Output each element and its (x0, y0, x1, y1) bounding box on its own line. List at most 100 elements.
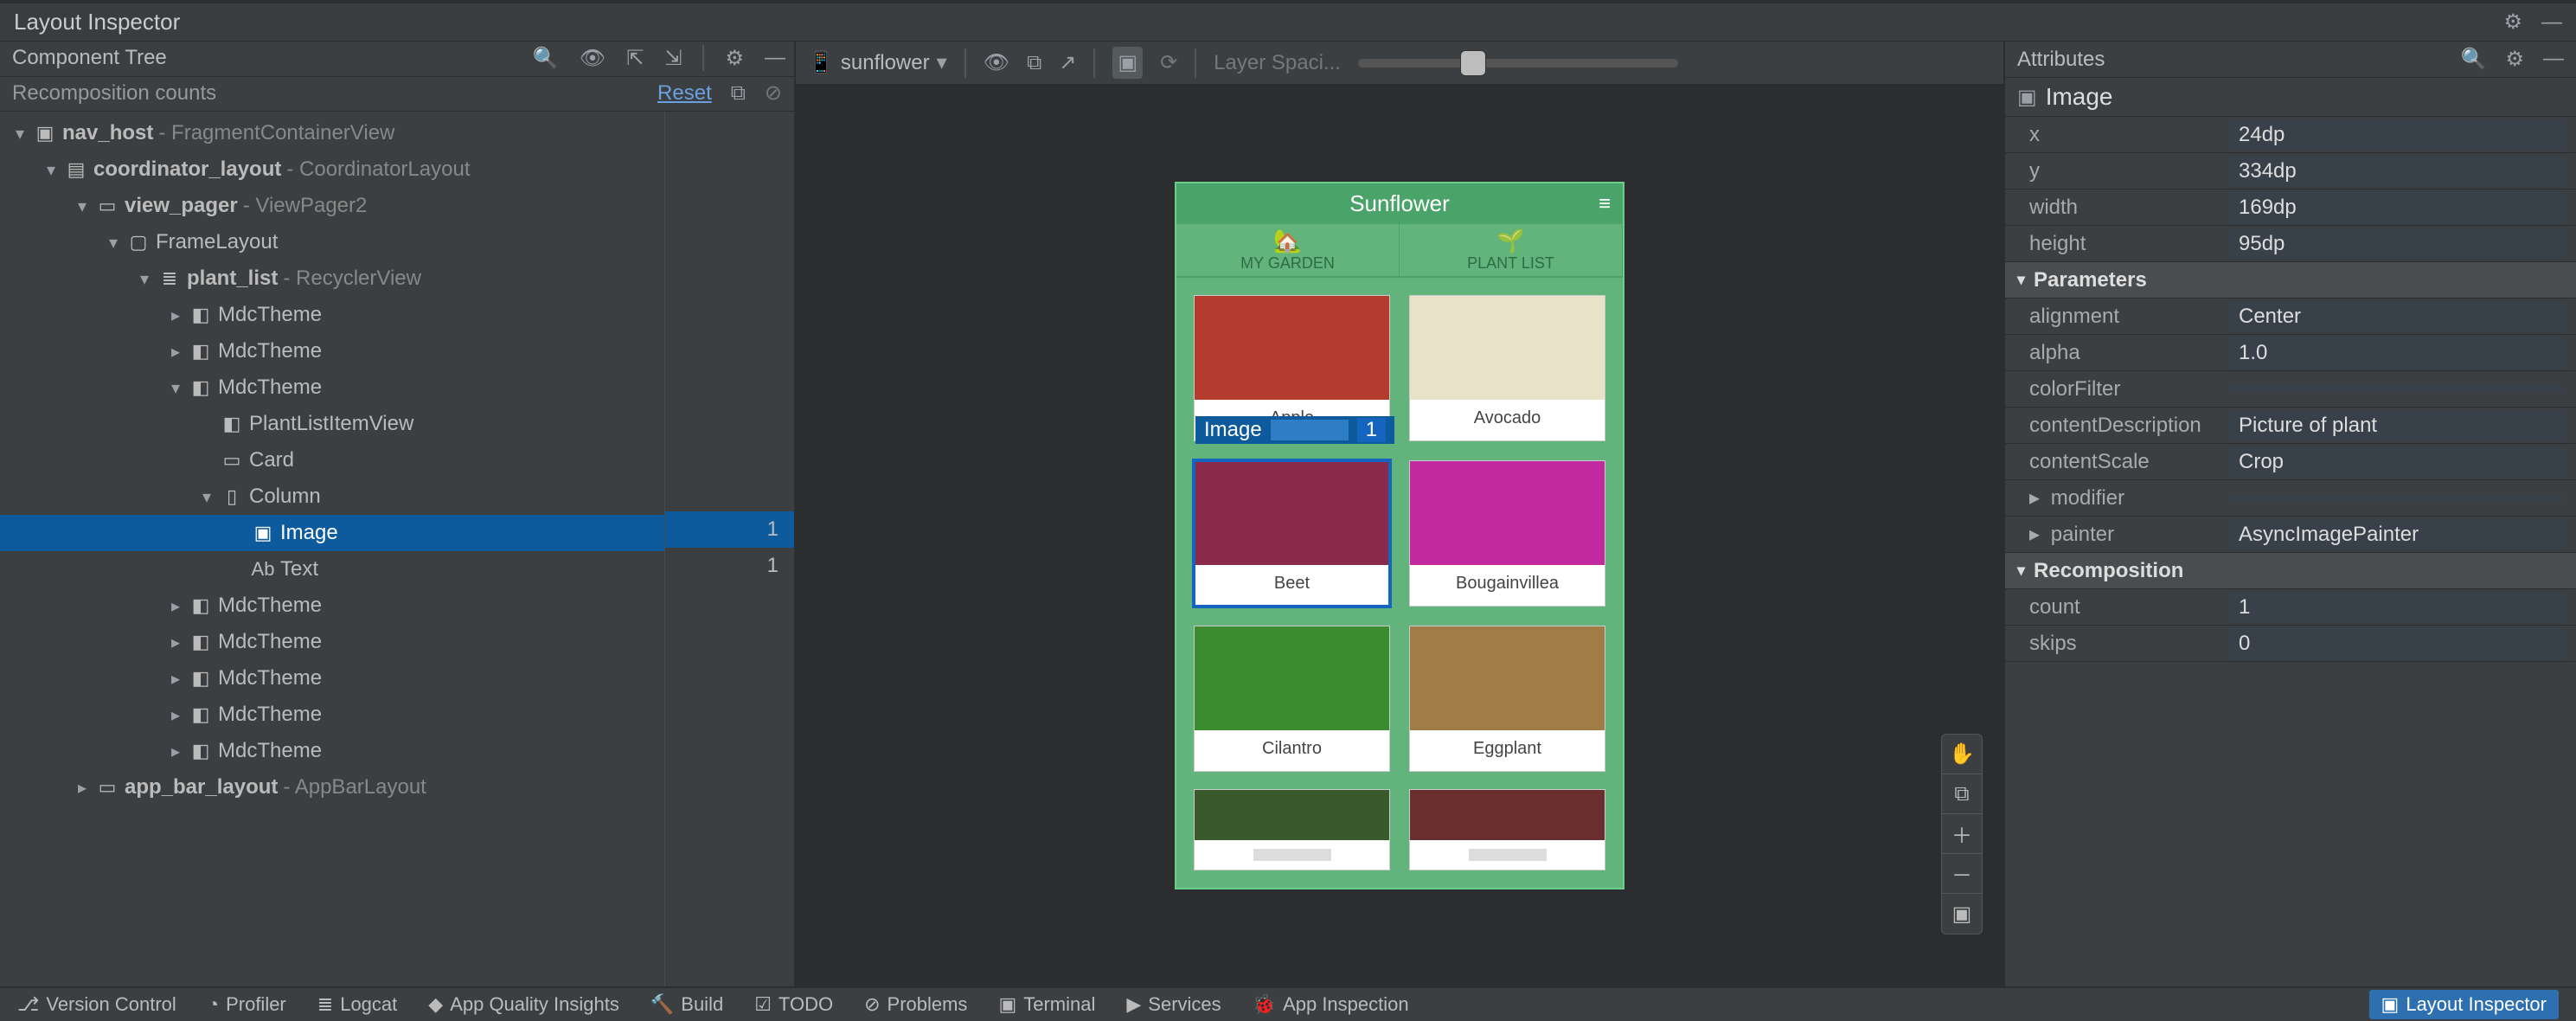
layer-spacing-slider[interactable] (1358, 59, 1678, 67)
plant-card-partial[interactable] (1409, 789, 1605, 870)
tree-node-framelayout[interactable]: ▾▢FrameLayout (0, 224, 664, 260)
chevron-icon[interactable]: ▸ (168, 632, 183, 653)
chevron-icon[interactable]: ▾ (12, 123, 28, 144)
minimize-icon[interactable]: — (2541, 10, 2562, 35)
chevron-icon[interactable]: ▸ (168, 341, 183, 363)
attr-section-parameters[interactable]: ▾Parameters (2005, 262, 2576, 299)
gear-icon[interactable]: ⚙ (2503, 10, 2522, 35)
copy-icon[interactable]: ⧉ (731, 81, 746, 106)
plant-card-eggplant[interactable]: Eggplant (1409, 626, 1605, 772)
search-icon[interactable]: 🔍 (533, 46, 559, 71)
status-app-quality-insights[interactable]: ◆App Quality Insights (428, 993, 619, 1016)
filter-icon[interactable]: ≡ (1599, 192, 1611, 216)
chevron-icon[interactable]: ▸ (168, 595, 183, 617)
tab-my-garden[interactable]: 🏡 MY GARDEN (1176, 224, 1400, 276)
tree-node-text[interactable]: AbText (0, 551, 664, 588)
chevron-icon[interactable]: ▸ (168, 741, 183, 762)
disable-icon[interactable]: ⊘ (765, 80, 782, 106)
collapse-icon[interactable]: ⇱ (626, 46, 644, 71)
chevron-icon[interactable]: ▸ (74, 777, 90, 799)
slider-thumb[interactable] (1460, 50, 1486, 76)
chevron-icon[interactable]: ▸ (168, 668, 183, 690)
chevron-icon[interactable]: ▾ (199, 486, 215, 508)
device-selector[interactable]: 📱 sunflower ▾ (808, 50, 947, 75)
chevron-icon[interactable]: ▾ (43, 159, 59, 181)
eye-icon[interactable]: 👁 (580, 46, 606, 71)
status-layout-inspector[interactable]: ▣ Layout Inspector (2369, 990, 2559, 1019)
status-services[interactable]: ▶Services (1126, 993, 1221, 1016)
zoom-out-icon[interactable]: － (1942, 854, 1982, 894)
reset-link[interactable]: Reset (657, 81, 712, 106)
chevron-icon[interactable]: ▸ (168, 305, 183, 326)
minimize-icon[interactable]: — (765, 46, 785, 70)
attr-row-colorFilter[interactable]: colorFilter (2005, 371, 2576, 408)
attr-row-modifier[interactable]: ▸ modifier (2005, 480, 2576, 517)
preview-canvas[interactable]: Sunflower ≡ 🏡 MY GARDEN 🌱 PLANT LIST (796, 85, 2003, 986)
gear-icon[interactable]: ⚙ (725, 46, 744, 71)
attr-section-recomposition[interactable]: ▾Recomposition (2005, 553, 2576, 589)
attr-row-x[interactable]: x24dp (2005, 117, 2576, 153)
plant-card-partial[interactable] (1194, 789, 1390, 870)
refresh-icon[interactable]: ⟳ (1160, 50, 1177, 75)
status-logcat[interactable]: ≣Logcat (317, 993, 398, 1016)
eye-icon[interactable]: 👁 (984, 50, 1009, 75)
tree-node-mdctheme[interactable]: ▸◧MdcTheme (0, 660, 664, 697)
tree-node-app_bar_layout[interactable]: ▸▭app_bar_layout - AppBarLayout (0, 769, 664, 806)
attr-row-width[interactable]: width169dp (2005, 189, 2576, 226)
attr-row-alpha[interactable]: alpha1.0 (2005, 335, 2576, 371)
status-build[interactable]: 🔨Build (650, 993, 723, 1016)
chevron-icon[interactable]: ▾ (74, 196, 90, 217)
snapshot-icon[interactable]: ⧉ (1027, 51, 1041, 75)
tree-node-image[interactable]: ▣Image (0, 515, 664, 551)
search-icon[interactable]: 🔍 (2461, 47, 2487, 72)
chevron-icon[interactable]: ▸ (168, 704, 183, 726)
status-version-control[interactable]: ⎇Version Control (17, 993, 176, 1016)
component-tree[interactable]: ▾▣nav_host - FragmentContainerView▾▤coor… (0, 112, 664, 986)
attr-row-height[interactable]: height95dp (2005, 226, 2576, 262)
tree-node-plantlistitemview[interactable]: ◧PlantListItemView (0, 406, 664, 442)
gear-icon[interactable]: ⚙ (2505, 47, 2524, 72)
status-problems[interactable]: ⊘Problems (864, 993, 967, 1016)
attr-row-alignment[interactable]: alignmentCenter (2005, 299, 2576, 335)
tree-node-coordinator_layout[interactable]: ▾▤coordinator_layout - CoordinatorLayout (0, 151, 664, 188)
status-todo[interactable]: ☑TODO (754, 993, 833, 1016)
pan-icon[interactable]: ✋ (1942, 735, 1982, 774)
layers-icon[interactable]: ⧉ (1942, 774, 1982, 814)
status-terminal[interactable]: ▣Terminal (998, 993, 1095, 1016)
plant-card-avocado[interactable]: Avocado (1409, 295, 1605, 441)
tree-node-mdctheme[interactable]: ▸◧MdcTheme (0, 733, 664, 769)
fit-icon[interactable]: ▣ (1942, 894, 1982, 934)
chevron-icon[interactable]: ▾ (168, 377, 183, 399)
mode-2d-icon[interactable]: ▣ (1112, 47, 1143, 79)
chevron-icon[interactable]: ▾ (106, 232, 121, 254)
attr-row-skips[interactable]: skips0 (2005, 626, 2576, 662)
status-app-inspection[interactable]: 🐞App Inspection (1253, 993, 1409, 1016)
tree-node-mdctheme[interactable]: ▾◧MdcTheme (0, 369, 664, 406)
tree-node-view_pager[interactable]: ▾▭view_pager - ViewPager2 (0, 188, 664, 224)
plant-card-beet[interactable]: Beet (1194, 460, 1390, 607)
plant-card-cilantro[interactable]: Cilantro (1194, 626, 1390, 772)
tree-node-mdctheme[interactable]: ▸◧MdcTheme (0, 297, 664, 333)
tree-node-mdctheme[interactable]: ▸◧MdcTheme (0, 697, 664, 733)
attr-row-count[interactable]: count1 (2005, 589, 2576, 626)
zoom-in-icon[interactable]: ＋ (1942, 814, 1982, 854)
plant-card-bougainvillea[interactable]: Bougainvillea (1409, 460, 1605, 607)
tree-node-plant_list[interactable]: ▾≣plant_list - RecyclerView (0, 260, 664, 297)
tab-plant-list[interactable]: 🌱 PLANT LIST (1400, 224, 1623, 276)
attr-row-y[interactable]: y334dp (2005, 153, 2576, 189)
chevron-icon[interactable]: ▾ (137, 268, 152, 290)
expand-icon[interactable]: ⇲ (664, 46, 682, 71)
attr-row-painter[interactable]: ▸ painterAsyncImagePainter (2005, 517, 2576, 553)
tree-node-nav_host[interactable]: ▾▣nav_host - FragmentContainerView (0, 115, 664, 151)
tree-node-mdctheme[interactable]: ▸◧MdcTheme (0, 624, 664, 660)
tree-node-card[interactable]: ▭Card (0, 442, 664, 478)
tree-node-column[interactable]: ▾▯Column (0, 478, 664, 515)
status-profiler[interactable]: ◔Profiler (208, 993, 286, 1016)
tree-node-mdctheme[interactable]: ▸◧MdcTheme (0, 333, 664, 369)
tree-node-mdctheme[interactable]: ▸◧MdcTheme (0, 588, 664, 624)
attr-row-contentScale[interactable]: contentScaleCrop (2005, 444, 2576, 480)
export-icon[interactable]: ↗ (1059, 50, 1076, 75)
attr-row-contentDescription[interactable]: contentDescriptionPicture of plant (2005, 408, 2576, 444)
status-icon: ⎇ (17, 993, 39, 1016)
minimize-icon[interactable]: — (2543, 47, 2564, 72)
